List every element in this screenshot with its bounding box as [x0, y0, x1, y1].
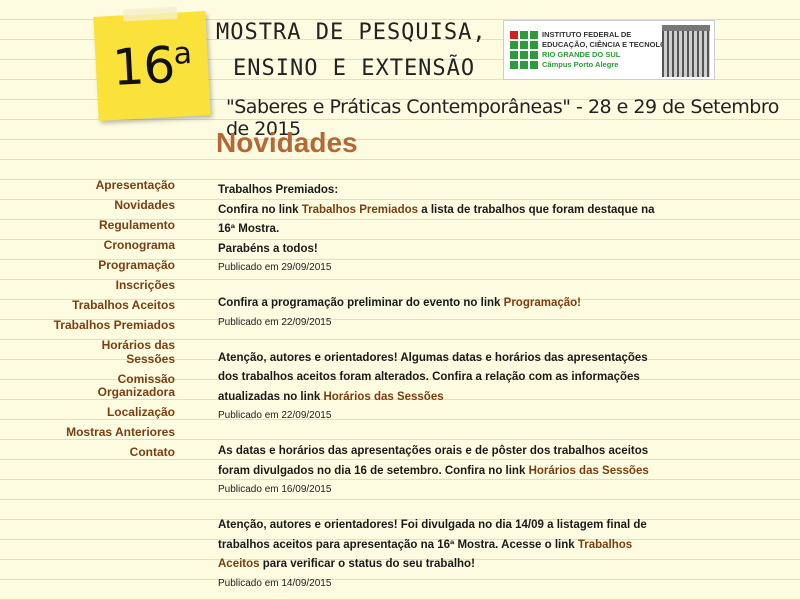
nav-item-horarios-sessoes[interactable]: Horários das Sessões — [50, 338, 175, 366]
tape-decoration — [123, 6, 178, 22]
header: 16a MOSTRA DE PESQUISA, ENSINO E EXTENSÃ… — [0, 0, 800, 140]
ifrs-logo-icon — [510, 26, 538, 74]
post-date: Publicado em 29/09/2015 — [218, 262, 332, 273]
link-trabalhos-premiados[interactable]: Trabalhos Premiados — [302, 204, 418, 216]
post-body: Confira a programação preliminar do even… — [218, 297, 581, 309]
ifrs-logo-text: INSTITUTO FEDERAL DE EDUCAÇÃO, CIÊNCIA E… — [542, 30, 679, 70]
site-title-line1: MOSTRA DE PESQUISA, — [216, 20, 487, 45]
nav-item-localizacao[interactable]: Localização — [50, 405, 175, 420]
nav-item-trabalhos-premiados[interactable]: Trabalhos Premiados — [50, 318, 175, 333]
post-heading: Trabalhos Premiados: — [218, 184, 339, 196]
logo-line3: RIO GRANDE DO SUL — [542, 50, 621, 59]
link-horarios-sessoes[interactable]: Horários das Sessões — [323, 391, 443, 403]
nav-item-cronograma[interactable]: Cronograma — [50, 238, 175, 253]
news-post: Atenção, autores e orientadores! Algumas… — [218, 349, 658, 425]
building-image — [662, 25, 710, 77]
nav-item-trabalhos-aceitos[interactable]: Trabalhos Aceitos — [50, 298, 175, 313]
post-date: Publicado em 16/09/2015 — [218, 484, 332, 495]
page-title: Novidades — [216, 127, 358, 158]
news-post: Trabalhos Premiados: Confira no link Tra… — [218, 181, 658, 276]
nav-item-contato[interactable]: Contato — [50, 445, 175, 460]
nav-item-mostras-anteriores[interactable]: Mostras Anteriores — [50, 425, 175, 440]
site-title-line2: ENSINO E EXTENSÃO — [233, 56, 476, 81]
news-list: Trabalhos Premiados: Confira no link Tra… — [218, 181, 658, 600]
sticky-note-logo: 16a — [93, 6, 211, 121]
link-horarios-sessoes[interactable]: Horários das Sessões — [529, 465, 649, 477]
edition-number: 16a — [111, 35, 192, 98]
nav-item-apresentacao[interactable]: Apresentação — [50, 178, 175, 193]
post-body: Atenção, autores e orientadores! Foi div… — [218, 519, 647, 570]
nav-item-comissao-organizadora[interactable]: Comissão Organizadora — [50, 372, 175, 400]
news-post: Atenção, autores e orientadores! Foi div… — [218, 516, 658, 592]
news-post: As datas e horários das apresentações or… — [218, 442, 658, 498]
sidebar-nav: Apresentação Novidades Regulamento Crono… — [50, 178, 175, 466]
nav-item-regulamento[interactable]: Regulamento — [50, 218, 175, 233]
nav-item-programacao[interactable]: Programação — [50, 258, 175, 273]
nav-item-novidades[interactable]: Novidades — [50, 198, 175, 213]
post-date: Publicado em 14/09/2015 — [218, 577, 332, 589]
post-body: Confira no link Trabalhos Premiados a li… — [218, 203, 655, 236]
logo-line2: EDUCAÇÃO, CIÊNCIA E TECNOLOGIA — [542, 40, 680, 49]
news-post: Confira a programação preliminar do even… — [218, 294, 658, 331]
ifrs-logo[interactable]: INSTITUTO FEDERAL DE EDUCAÇÃO, CIÊNCIA E… — [503, 20, 715, 80]
post-date: Publicado em 22/09/2015 — [218, 316, 332, 328]
nav-item-inscricoes[interactable]: Inscrições — [50, 278, 175, 293]
post-date: Publicado em 22/09/2015 — [218, 410, 332, 421]
post-body: As datas e horários das apresentações or… — [218, 445, 649, 477]
post-body: Atenção, autores e orientadores! Algumas… — [218, 351, 648, 403]
logo-line1: INSTITUTO FEDERAL DE — [542, 30, 632, 39]
link-programacao[interactable]: Programação! — [504, 297, 581, 309]
logo-line4: Câmpus Porto Alegre — [542, 60, 619, 69]
post-extra: Parabéns a todos! — [218, 242, 318, 255]
